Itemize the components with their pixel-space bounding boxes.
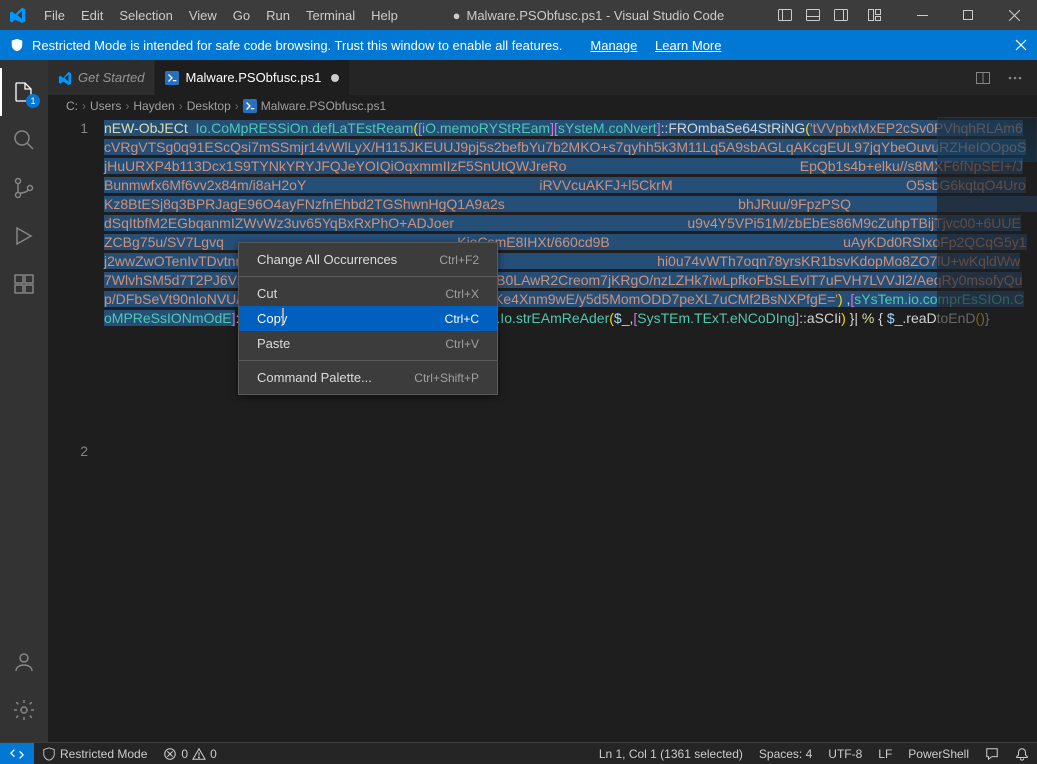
- breadcrumb-part[interactable]: Malware.PSObfusc.ps1: [261, 99, 386, 113]
- status-encoding[interactable]: UTF-8: [820, 743, 870, 764]
- tab-get-started[interactable]: Get Started: [48, 60, 155, 95]
- menu-terminal[interactable]: Terminal: [298, 0, 363, 30]
- code-editor[interactable]: 1 2 nEW-ObJECt Io.CoMpRESSiOn.defLaTEstR…: [48, 117, 1037, 742]
- menu-selection[interactable]: Selection: [111, 0, 180, 30]
- status-eol[interactable]: LF: [870, 743, 900, 764]
- menu-run[interactable]: Run: [258, 0, 298, 30]
- vscode-icon: [0, 7, 36, 23]
- text-cursor: [282, 308, 284, 324]
- restricted-mode-text: Restricted Mode is intended for safe cod…: [32, 38, 562, 53]
- error-icon: [163, 747, 177, 761]
- window-modified-dot: ●: [453, 8, 461, 23]
- minimap[interactable]: [937, 117, 1037, 742]
- vscode-icon: [58, 71, 72, 85]
- toggle-panel-right-icon[interactable]: [827, 1, 855, 29]
- toggle-panel-bottom-icon[interactable]: [799, 1, 827, 29]
- powershell-icon: [243, 99, 257, 113]
- modified-indicator-icon: [331, 74, 339, 82]
- error-count: 0: [181, 747, 188, 761]
- activity-accounts[interactable]: [0, 638, 48, 686]
- window-title-text: Malware.PSObfusc.ps1 - Visual Studio Cod…: [467, 8, 725, 23]
- menu-view[interactable]: View: [181, 0, 225, 30]
- activity-extensions[interactable]: [0, 260, 48, 308]
- tab-malware-file[interactable]: Malware.PSObfusc.ps1: [155, 60, 350, 95]
- tab-bar: Get Started Malware.PSObfusc.ps1: [48, 60, 1037, 95]
- close-button[interactable]: [991, 0, 1037, 30]
- title-bar: File Edit Selection View Go Run Terminal…: [0, 0, 1037, 30]
- remote-indicator[interactable]: [0, 743, 34, 764]
- menu-separator: [239, 276, 497, 277]
- menu-go[interactable]: Go: [225, 0, 258, 30]
- status-feedback[interactable]: [977, 743, 1007, 764]
- status-language-mode[interactable]: PowerShell: [900, 743, 977, 764]
- warning-icon: [192, 747, 206, 761]
- line-gutter: 1 2: [48, 117, 104, 742]
- code-content[interactable]: nEW-ObJECt Io.CoMpRESSiOn.defLaTEstReam(…: [104, 117, 1037, 742]
- breadcrumb-part[interactable]: Desktop: [187, 99, 231, 113]
- manage-link[interactable]: Manage: [590, 38, 637, 53]
- status-indentation[interactable]: Spaces: 4: [751, 743, 820, 764]
- activity-explorer[interactable]: 1: [0, 68, 48, 116]
- context-menu: Change All Occurrences Ctrl+F2 Cut Ctrl+…: [238, 242, 498, 395]
- more-actions-icon[interactable]: [1003, 66, 1027, 90]
- status-bar: Restricted Mode 0 0 Ln 1, Col 1 (1361 se…: [0, 742, 1037, 764]
- activity-search[interactable]: [0, 116, 48, 164]
- menu-edit[interactable]: Edit: [73, 0, 111, 30]
- menu-file[interactable]: File: [36, 0, 73, 30]
- breadcrumb-part[interactable]: C:: [66, 99, 78, 113]
- activity-source-control[interactable]: [0, 164, 48, 212]
- line-number: 2: [48, 442, 88, 461]
- window-title: ● Malware.PSObfusc.ps1 - Visual Studio C…: [406, 8, 771, 23]
- breadcrumb[interactable]: C:› Users› Hayden› Desktop› Malware.PSOb…: [48, 95, 1037, 117]
- activity-settings[interactable]: [0, 686, 48, 734]
- status-label: Restricted Mode: [60, 747, 147, 761]
- line-number: 1: [48, 119, 88, 138]
- customize-layout-icon[interactable]: [861, 1, 889, 29]
- menu-paste[interactable]: Paste Ctrl+V: [239, 331, 497, 356]
- warning-count: 0: [210, 747, 217, 761]
- toggle-panel-left-icon[interactable]: [771, 1, 799, 29]
- breadcrumb-part[interactable]: Hayden: [133, 99, 174, 113]
- restricted-mode-banner: Restricted Mode is intended for safe cod…: [0, 30, 1037, 60]
- split-editor-icon[interactable]: [971, 66, 995, 90]
- menu-cut[interactable]: Cut Ctrl+X: [239, 281, 497, 306]
- menu-item-label: Paste: [257, 336, 290, 351]
- menu-item-shortcut: Ctrl+V: [445, 337, 479, 351]
- minimize-button[interactable]: [899, 0, 945, 30]
- powershell-icon: [165, 71, 179, 85]
- breadcrumb-part[interactable]: Users: [90, 99, 121, 113]
- banner-close-icon[interactable]: [1015, 39, 1027, 51]
- menu-copy[interactable]: Copy Ctrl+C: [239, 306, 497, 331]
- learn-more-link[interactable]: Learn More: [655, 38, 721, 53]
- menu-item-label: Change All Occurrences: [257, 252, 397, 267]
- menu-help[interactable]: Help: [363, 0, 406, 30]
- status-problems[interactable]: 0 0: [155, 743, 224, 764]
- editor-area: Get Started Malware.PSObfusc.ps1 C:› Use…: [48, 60, 1037, 742]
- menu-command-palette[interactable]: Command Palette... Ctrl+Shift+P: [239, 365, 497, 390]
- activity-run-debug[interactable]: [0, 212, 48, 260]
- status-notifications[interactable]: [1007, 743, 1037, 764]
- shield-icon: [10, 38, 24, 52]
- maximize-button[interactable]: [945, 0, 991, 30]
- explorer-badge: 1: [26, 94, 40, 108]
- activity-bar: 1: [0, 60, 48, 742]
- menu-item-shortcut: Ctrl+Shift+P: [414, 371, 479, 385]
- tab-label: Get Started: [78, 70, 144, 85]
- menu-bar: File Edit Selection View Go Run Terminal…: [36, 0, 406, 30]
- menu-item-shortcut: Ctrl+C: [445, 312, 479, 326]
- menu-item-label: Cut: [257, 286, 277, 301]
- tab-label: Malware.PSObfusc.ps1: [185, 70, 321, 85]
- bell-icon: [1015, 747, 1029, 761]
- status-restricted-mode[interactable]: Restricted Mode: [34, 743, 155, 764]
- menu-change-all-occurrences[interactable]: Change All Occurrences Ctrl+F2: [239, 247, 497, 272]
- menu-separator: [239, 360, 497, 361]
- minimap-viewport[interactable]: [937, 117, 1037, 162]
- shield-icon: [42, 747, 56, 761]
- menu-item-shortcut: Ctrl+X: [445, 287, 479, 301]
- menu-item-label: Command Palette...: [257, 370, 372, 385]
- feedback-icon: [985, 747, 999, 761]
- status-cursor-position[interactable]: Ln 1, Col 1 (1361 selected): [591, 743, 751, 764]
- menu-item-shortcut: Ctrl+F2: [439, 253, 479, 267]
